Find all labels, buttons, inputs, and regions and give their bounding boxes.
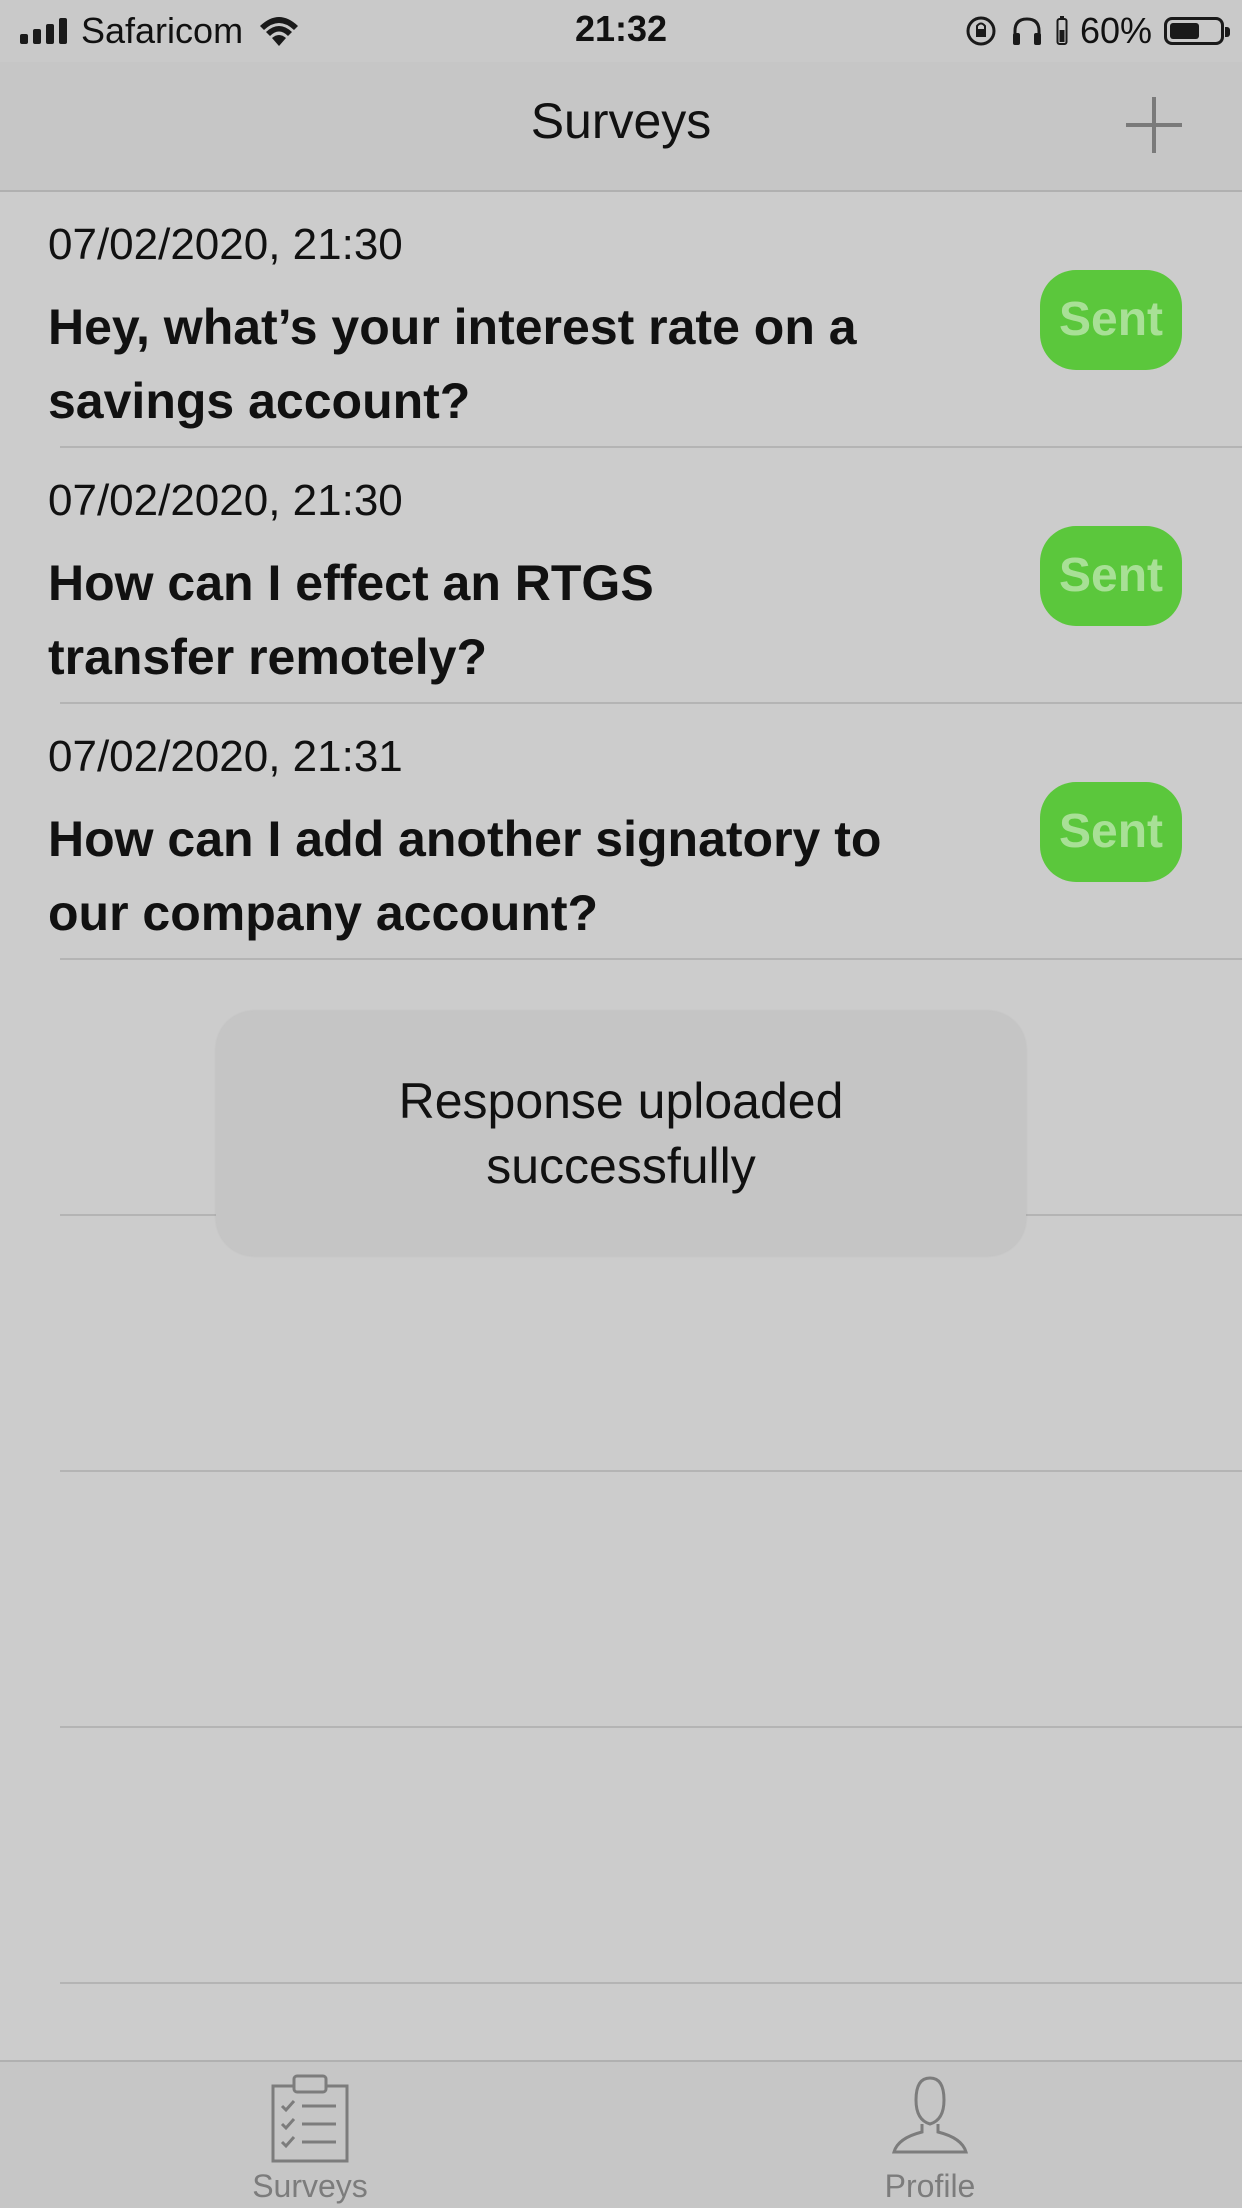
survey-question: How can I effect an RTGS transfer remote…: [48, 555, 654, 685]
survey-date: 07/02/2020, 21:30: [48, 476, 403, 525]
toast-notification: Response uploaded successfully: [216, 1011, 1026, 1256]
toast-message: Response uploaded successfully: [398, 1072, 844, 1194]
add-survey-button[interactable]: [1126, 97, 1182, 153]
headphones-icon: [1012, 17, 1041, 45]
status-badge: Sent: [1040, 270, 1182, 370]
tab-label: Surveys: [252, 2168, 368, 2204]
tab-label: Profile: [884, 2168, 976, 2204]
status-badge: Sent: [1040, 526, 1182, 626]
row-divider: [60, 1982, 1242, 1984]
headphone-battery-icon: [1056, 16, 1068, 45]
survey-date: 07/02/2020, 21:31: [48, 732, 403, 781]
tab-bar: Surveys Profile: [0, 2060, 1242, 2208]
list-item[interactable]: 07/02/2020, 21:30 How can I effect an RT…: [0, 448, 1242, 704]
page-title: Surveys: [530, 93, 712, 149]
orientation-lock-icon: [966, 16, 996, 46]
tab-profile[interactable]: Profile: [780, 2072, 1080, 2205]
survey-question: How can I add another signatory to our c…: [48, 811, 882, 941]
list-item[interactable]: 07/02/2020, 21:30 Hey, what’s your inter…: [0, 192, 1242, 448]
tab-surveys[interactable]: Surveys: [160, 2072, 460, 2205]
survey-date: 07/02/2020, 21:30: [48, 220, 403, 269]
navigation-bar: Surveys: [0, 62, 1242, 192]
survey-question: Hey, what’s your interest rate on a savi…: [48, 299, 857, 429]
status-bar: Safaricom 21:32 60%: [0, 0, 1242, 62]
clipboard-checklist-icon: [271, 2074, 349, 2163]
empty-list-row: [0, 1472, 1242, 1728]
person-icon: [892, 2076, 968, 2154]
status-badge: Sent: [1040, 782, 1182, 882]
empty-list-row: [0, 1728, 1242, 1984]
battery-percent: 60%: [1079, 10, 1152, 51]
battery-icon: [1164, 17, 1230, 45]
list-item[interactable]: 07/02/2020, 21:31 How can I add another …: [0, 704, 1242, 960]
